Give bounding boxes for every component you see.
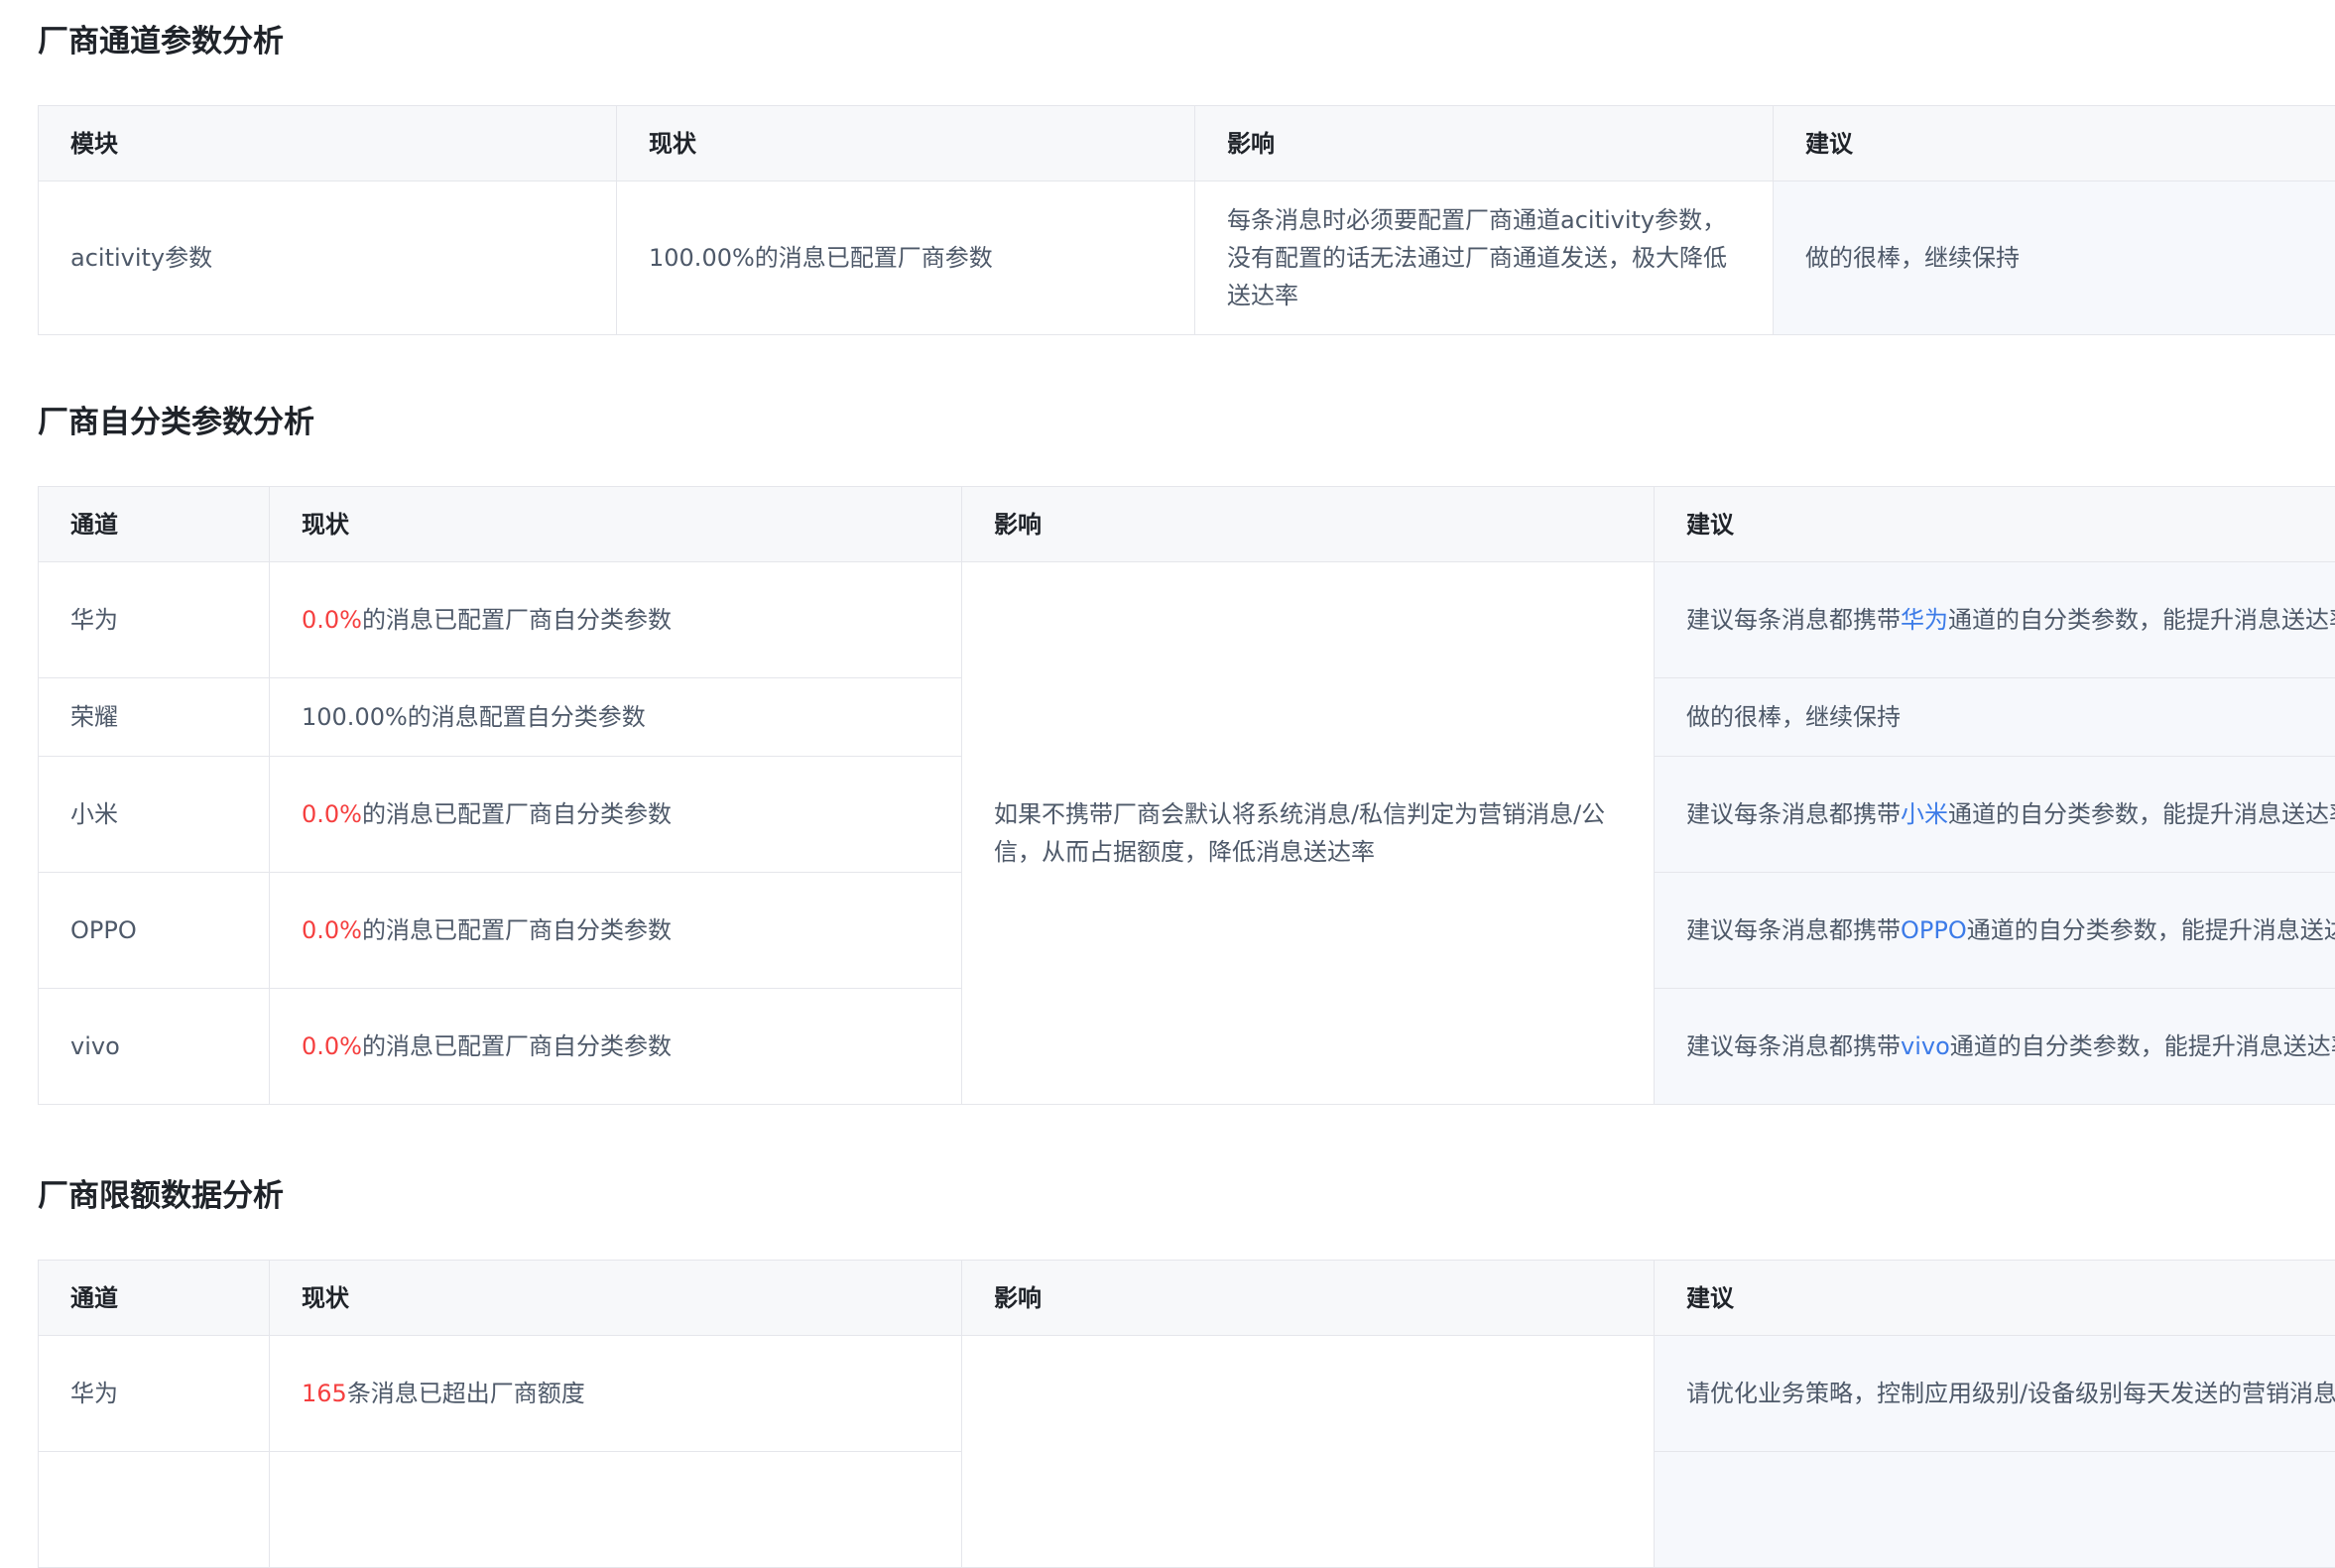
cell-status: 165条消息已超出厂商额度 <box>270 1336 962 1452</box>
header-advice: 建议 <box>1655 1261 2335 1336</box>
cell-module: acitivity参数 <box>39 181 617 335</box>
advice-prefix: 建议每条消息都携带 <box>1686 916 1901 944</box>
header-impact: 影响 <box>962 1261 1655 1336</box>
status-percentage: 0.0% <box>302 916 362 944</box>
cell-status: 100.00%的消息已配置厂商参数 <box>617 181 1195 335</box>
cell-status: 0.0%的消息已配置厂商自分类参数 <box>270 989 962 1105</box>
advice-suffix: 通道的自分类参数，能提升消息送达率 <box>1948 800 2335 828</box>
header-channel: 通道 <box>39 1261 270 1336</box>
advice-channel-name: 小米 <box>1901 800 1948 828</box>
advice-channel-name: OPPO <box>1901 916 1967 944</box>
table-header-row: 通道 现状 影响 建议 <box>39 487 2335 562</box>
cell-advice: 建议每条消息都携带vivo通道的自分类参数，能提升消息送达率 <box>1655 989 2335 1105</box>
header-impact: 影响 <box>1195 106 1774 181</box>
classification-params-table: 通道 现状 影响 建议 华为 0.0%的消息已配置厂商自分类参数 如果不携带厂商… <box>38 486 2335 1105</box>
cell-impact-shared: 如果不携带厂商会默认将系统消息/私信判定为营销消息/公信，从而占据额度，降低消息… <box>962 562 1655 1105</box>
advice-prefix: 建议每条消息都携带 <box>1686 800 1901 828</box>
header-module: 模块 <box>39 106 617 181</box>
advice-suffix: 通道的自分类参数，能提升消息送达率 <box>1948 606 2335 634</box>
cell-channel: 荣耀 <box>39 678 270 757</box>
advice-suffix: 通道的自分类参数，能提升消息送达率 <box>1950 1032 2335 1060</box>
status-text: 的消息已配置厂商自分类参数 <box>362 800 672 828</box>
cell-status: 100.00%的消息配置自分类参数 <box>270 678 962 757</box>
advice-prefix: 建议每条消息都携带 <box>1686 606 1901 634</box>
table-header-row: 模块 现状 影响 建议 <box>39 106 2335 181</box>
cell-status <box>270 1452 962 1568</box>
status-percentage: 0.0% <box>302 800 362 828</box>
advice-suffix: 通道的自分类参数，能提升消息送达率 <box>1967 916 2335 944</box>
advice-prefix: 建议每条消息都携带 <box>1686 1032 1901 1060</box>
status-percentage: 0.0% <box>302 1032 362 1060</box>
cell-advice: 建议每条消息都携带华为通道的自分类参数，能提升消息送达率 <box>1655 562 2335 678</box>
cell-channel <box>39 1452 270 1568</box>
header-advice: 建议 <box>1774 106 2335 181</box>
table-row: acitivity参数 100.00%的消息已配置厂商参数 每条消息时必须要配置… <box>39 181 2335 335</box>
section-title-channel-params: 厂商通道参数分析 <box>38 22 284 61</box>
table-header-row: 通道 现状 影响 建议 <box>39 1261 2335 1336</box>
status-text: 的消息已配置厂商自分类参数 <box>362 606 672 634</box>
status-text: 的消息已配置厂商自分类参数 <box>362 1032 672 1060</box>
cell-advice: 请优化业务策略，控制应用级别/设备级别每天发送的营销消息条数 <box>1655 1336 2335 1452</box>
cell-channel: OPPO <box>39 873 270 989</box>
channel-params-table: 模块 现状 影响 建议 acitivity参数 100.00%的消息已配置厂商参… <box>38 105 2335 335</box>
status-text: 100.00%的消息配置自分类参数 <box>302 703 646 731</box>
cell-channel: vivo <box>39 989 270 1105</box>
advice-channel-name: 华为 <box>1901 606 1948 634</box>
advice-channel-name: vivo <box>1901 1032 1950 1060</box>
header-impact: 影响 <box>962 487 1655 562</box>
cell-advice: 建议每条消息都携带OPPO通道的自分类参数，能提升消息送达率 <box>1655 873 2335 989</box>
cell-status: 0.0%的消息已配置厂商自分类参数 <box>270 873 962 989</box>
cell-channel: 华为 <box>39 1336 270 1452</box>
status-text: 条消息已超出厂商额度 <box>347 1380 585 1407</box>
cell-status: 0.0%的消息已配置厂商自分类参数 <box>270 757 962 873</box>
section-title-quota-analysis: 厂商限额数据分析 <box>38 1176 284 1216</box>
status-percentage: 0.0% <box>302 606 362 634</box>
header-status: 现状 <box>617 106 1195 181</box>
advice-prefix: 做的很棒，继续保持 <box>1686 703 1901 731</box>
cell-advice: 做的很棒，继续保持 <box>1655 678 2335 757</box>
cell-advice <box>1655 1452 2335 1568</box>
header-status: 现状 <box>270 1261 962 1336</box>
status-count: 165 <box>302 1380 347 1407</box>
cell-advice: 做的很棒，继续保持 <box>1774 181 2335 335</box>
table-row: 华为 165条消息已超出厂商额度 请优化业务策略，控制应用级别/设备级别每天发送… <box>39 1336 2335 1452</box>
cell-impact: 每条消息时必须要配置厂商通道acitivity参数，没有配置的话无法通过厂商通道… <box>1195 181 1774 335</box>
cell-advice: 建议每条消息都携带小米通道的自分类参数，能提升消息送达率 <box>1655 757 2335 873</box>
cell-impact <box>962 1336 1655 1568</box>
header-advice: 建议 <box>1655 487 2335 562</box>
header-status: 现状 <box>270 487 962 562</box>
header-channel: 通道 <box>39 487 270 562</box>
section-title-classification-params: 厂商自分类参数分析 <box>38 403 314 442</box>
cell-status: 0.0%的消息已配置厂商自分类参数 <box>270 562 962 678</box>
cell-channel: 华为 <box>39 562 270 678</box>
status-text: 的消息已配置厂商自分类参数 <box>362 916 672 944</box>
table-row: 华为 0.0%的消息已配置厂商自分类参数 如果不携带厂商会默认将系统消息/私信判… <box>39 562 2335 678</box>
quota-analysis-table: 通道 现状 影响 建议 华为 165条消息已超出厂商额度 请优化业务策略，控制应… <box>38 1260 2335 1568</box>
cell-channel: 小米 <box>39 757 270 873</box>
